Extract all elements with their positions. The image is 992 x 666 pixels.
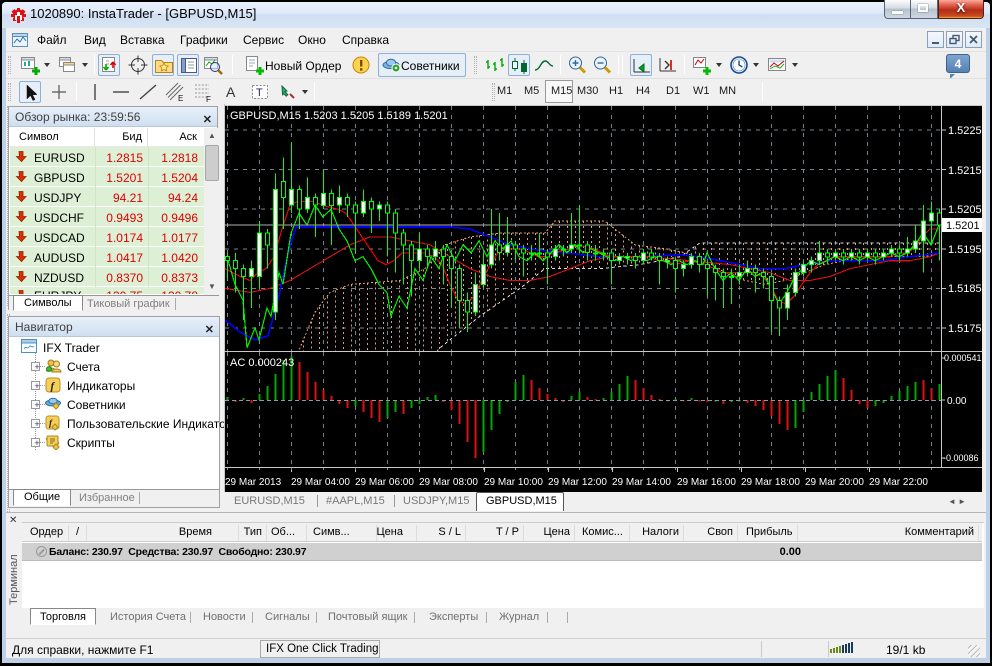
svg-text:-0.00086: -0.00086 (943, 453, 979, 463)
svg-text:29 Mar 18:00: 29 Mar 18:00 (741, 477, 800, 488)
svg-text:T: T (256, 87, 263, 99)
svg-text:29 Mar 22:00: 29 Mar 22:00 (869, 477, 928, 488)
svg-text:E: E (178, 94, 183, 103)
svg-text:1.5225: 1.5225 (948, 125, 982, 137)
svg-text:1.5201: 1.5201 (946, 220, 980, 232)
svg-text:29 Mar 20:00: 29 Mar 20:00 (805, 477, 864, 488)
svg-text:1.5185: 1.5185 (948, 283, 982, 295)
svg-text:GBPUSD,M15 1.5203 1.5205 1.51: GBPUSD,M15 1.5203 1.5205 1.5189 1.5201 (230, 110, 448, 122)
svg-text:0.00: 0.00 (947, 396, 967, 407)
svg-text:1.5215: 1.5215 (948, 165, 982, 177)
svg-text:A: A (226, 84, 236, 100)
svg-text:29 Mar 14:00: 29 Mar 14:00 (612, 477, 671, 488)
svg-text:1.5205: 1.5205 (948, 204, 982, 216)
svg-text:29 Mar 2013: 29 Mar 2013 (225, 477, 282, 488)
svg-text:29 Mar 10:00: 29 Mar 10:00 (484, 477, 543, 488)
svg-text:1.5195: 1.5195 (948, 244, 982, 256)
svg-text:29 Mar 06:00: 29 Mar 06:00 (355, 477, 414, 488)
svg-text:AC 0.000243: AC 0.000243 (230, 357, 294, 369)
svg-text:F: F (206, 95, 211, 103)
svg-text:29 Mar 04:00: 29 Mar 04:00 (291, 477, 350, 488)
svg-text:1.5175: 1.5175 (948, 323, 982, 335)
svg-text:29 Mar 12:00: 29 Mar 12:00 (548, 477, 607, 488)
svg-text:29 Mar 16:00: 29 Mar 16:00 (677, 477, 736, 488)
svg-text:29 Mar 08:00: 29 Mar 08:00 (419, 477, 478, 488)
svg-text:0.000541: 0.000541 (944, 353, 982, 363)
